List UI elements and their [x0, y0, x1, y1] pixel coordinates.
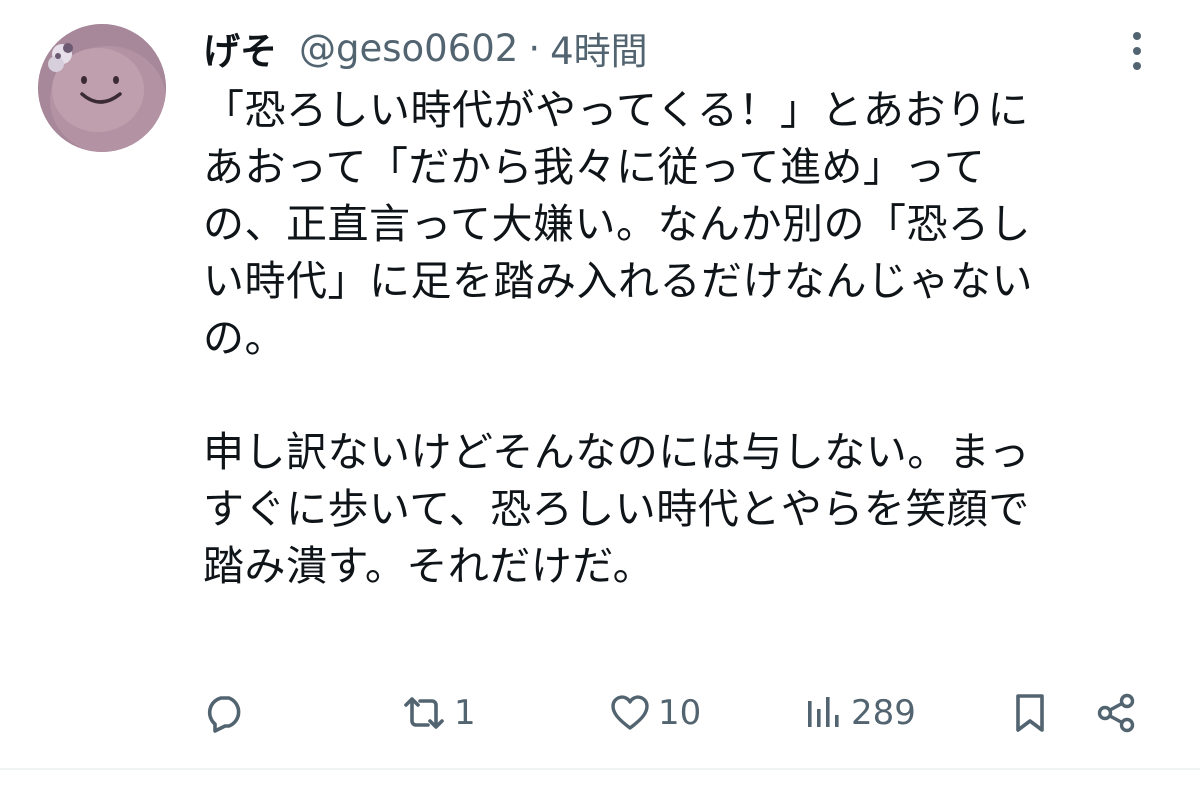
text-line: あおって「だから我々に従って進め」って [203, 143, 986, 191]
tweet-header: げそ @geso0602 · 4時間 [203, 20, 648, 76]
like-count: 10 [658, 693, 702, 733]
bookmark-icon [1016, 694, 1044, 732]
tweet-paragraph-1: 「恐ろしい時代がやってくる！」とあおりに あおって「だから我々に従って進め」って… [203, 82, 1183, 367]
bookmark-button[interactable] [1010, 678, 1050, 748]
divider [0, 768, 1200, 770]
text-line: い時代」に足を踏み入れるだけなんじゃない [203, 257, 1033, 305]
views-icon [808, 697, 839, 727]
display-name[interactable]: げそ [203, 21, 277, 75]
reply-icon [207, 696, 241, 733]
tweet-text: 「恐ろしい時代がやってくる！」とあおりに あおって「だから我々に従って進め」って… [203, 82, 1183, 595]
share-icon [1097, 693, 1135, 733]
retweet-button[interactable]: 1 [400, 678, 476, 748]
avatar[interactable] [38, 24, 166, 152]
text-line: の、正直言って大嫌い。なんか別の「恐ろし [203, 200, 1031, 248]
text-line: 踏み潰す。それだけだ。 [203, 542, 655, 590]
action-bar: 1 10 289 [0, 678, 1200, 748]
more-options-button[interactable] [1122, 28, 1152, 74]
text-line: の。 [203, 314, 286, 362]
user-handle[interactable]: @geso0602 [299, 27, 518, 70]
views-button[interactable]: 289 [805, 678, 916, 748]
timestamp[interactable]: 4時間 [550, 21, 648, 75]
heart-icon [611, 695, 649, 730]
tweet-paragraph-2: 申し訳ないけどそんなのには与しない。まっ すぐに歩いて、恐ろしい時代とやらを笑顔… [203, 424, 1183, 595]
retweet-icon [404, 697, 444, 729]
retweet-count: 1 [454, 693, 476, 733]
like-button[interactable]: 10 [608, 678, 701, 748]
text-line: 申し訳ないけどそんなのには与しない。まっ [203, 428, 1031, 476]
tweet[interactable]: げそ @geso0602 · 4時間 「恐ろしい時代がやってくる！」とあおりに … [0, 0, 1200, 788]
text-line: 「恐ろしい時代がやってくる！」とあおりに [203, 86, 1029, 134]
reply-button[interactable] [203, 678, 253, 748]
more-vertical-icon [1133, 32, 1141, 70]
views-count: 289 [851, 693, 916, 733]
text-line: すぐに歩いて、恐ろしい時代とやらを笑顔で [203, 485, 1030, 533]
separator-dot: · [528, 26, 541, 70]
avatar-image [38, 24, 166, 152]
share-button[interactable] [1094, 678, 1138, 748]
